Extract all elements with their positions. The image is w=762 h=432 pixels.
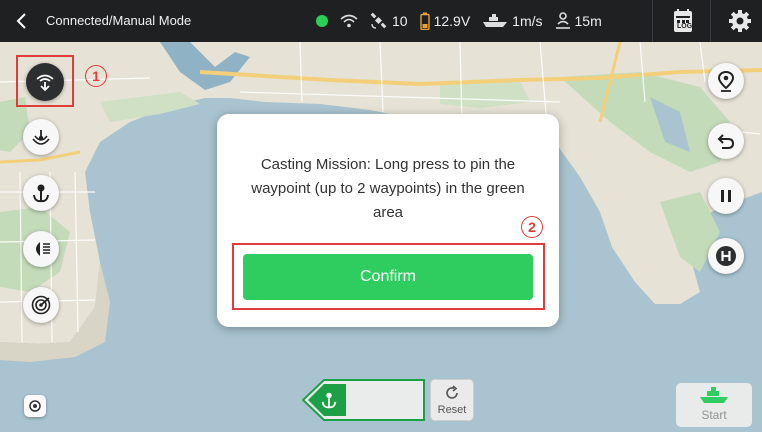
wifi-icon <box>340 14 358 28</box>
distance-value: 15m <box>574 13 602 29</box>
speed-value: 1m/s <box>512 13 543 29</box>
reset-label: Reset <box>437 404 467 416</box>
connection-indicator <box>316 15 328 27</box>
locate-me-button[interactable] <box>24 395 46 417</box>
topbar-divider <box>652 0 653 42</box>
pause-icon <box>721 190 731 202</box>
home-icon <box>716 246 736 266</box>
topbar-divider <box>710 0 711 42</box>
annotation-marker-1: 1 <box>85 65 107 87</box>
battery-voltage: 12.9V <box>433 13 471 29</box>
battery-status: 12.9V <box>419 12 471 30</box>
return-icon <box>717 134 735 149</box>
dialog-message: Casting Mission: Long press to pin the w… <box>251 156 525 221</box>
headlight-icon <box>36 242 50 256</box>
settings-button[interactable] <box>728 9 752 33</box>
wifi-status <box>340 14 358 28</box>
start-button[interactable]: Start <box>676 383 752 427</box>
home-button[interactable] <box>708 238 744 274</box>
location-pin-icon <box>717 70 735 92</box>
log-button[interactable]: LOG <box>670 8 696 34</box>
log-calendar-icon <box>674 9 692 32</box>
sonar-button[interactable] <box>23 119 59 155</box>
sonar-icon <box>32 130 50 145</box>
return-button[interactable] <box>708 123 744 159</box>
anchor-icon <box>33 184 49 203</box>
pause-button[interactable] <box>708 178 744 214</box>
start-label: Start <box>701 408 727 422</box>
person-distance-icon <box>555 12 570 29</box>
satellite-icon <box>370 12 387 29</box>
gear-icon <box>729 10 751 32</box>
anchor-waypoint-icon <box>321 392 337 409</box>
speed-status: 1m/s <box>482 13 543 29</box>
reset-button[interactable]: Reset <box>430 379 474 421</box>
waypoint-panel <box>302 379 426 421</box>
connection-mode-title: Connected/Manual Mode <box>46 13 192 28</box>
log-label: LOG <box>677 23 693 30</box>
top-bar: Connected/Manual Mode 10 12.9V 1m/s 15m … <box>0 0 762 42</box>
boat-speed-icon <box>483 14 508 27</box>
annotation-box-1 <box>16 55 74 107</box>
boat-icon <box>700 387 728 403</box>
refresh-icon <box>446 385 458 399</box>
status-bar: 10 12.9V 1m/s 15m <box>316 0 614 42</box>
anchor-button[interactable] <box>23 175 59 211</box>
radar-button[interactable] <box>23 287 59 323</box>
crosshair-icon <box>29 400 41 412</box>
confirm-button[interactable]: Confirm <box>243 254 533 300</box>
chevron-left-icon <box>16 13 26 29</box>
battery-icon <box>419 12 430 30</box>
annotation-marker-2: 2 <box>521 216 543 238</box>
headlight-button[interactable] <box>23 231 59 267</box>
satellite-count: 10 <box>392 13 408 29</box>
radar-icon <box>31 295 51 315</box>
back-button[interactable] <box>10 9 32 33</box>
satellite-status: 10 <box>370 12 408 30</box>
distance-status: 15m <box>555 12 602 30</box>
casting-mission-dialog: Casting Mission: Long press to pin the w… <box>217 114 559 327</box>
location-pin-button[interactable] <box>708 63 744 99</box>
connection-dot-icon <box>316 15 328 27</box>
